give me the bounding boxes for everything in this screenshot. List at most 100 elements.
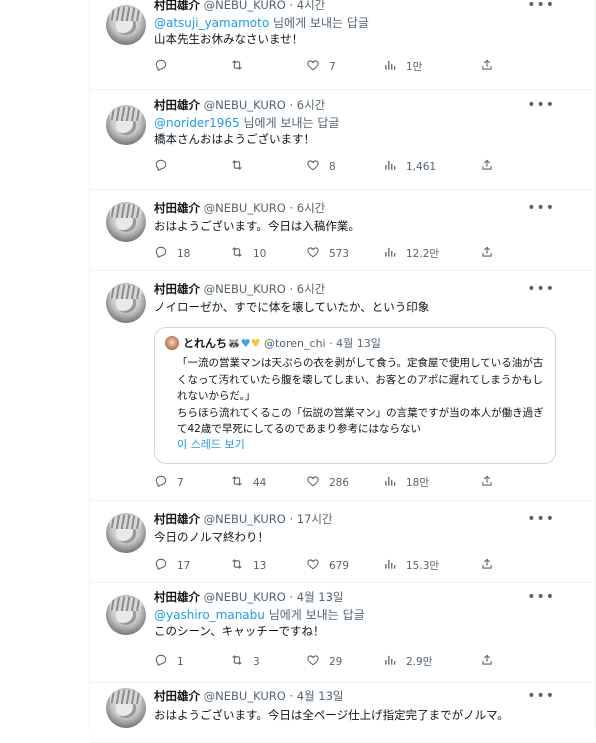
reply-button[interactable] — [154, 158, 177, 175]
views-button[interactable]: 18만 — [383, 474, 429, 491]
like-button[interactable]: 7 — [306, 58, 336, 75]
reply-to-handle[interactable]: @yashiro_manabu — [154, 608, 265, 622]
author-handle[interactable]: @NEBU_KURO — [204, 590, 286, 604]
views-button[interactable]: 1만 — [383, 58, 422, 75]
author-name[interactable]: 村田雄介 — [154, 282, 200, 296]
reply-button[interactable]: 17 — [154, 557, 190, 574]
like-button[interactable]: 8 — [306, 158, 336, 175]
more-dots-icon[interactable]: ••• — [527, 688, 555, 704]
share-button[interactable] — [480, 557, 494, 574]
author-name[interactable]: 村田雄介 — [154, 98, 200, 112]
views-button[interactable]: 2.9만 — [383, 653, 432, 670]
reply-button[interactable]: 7 — [154, 474, 184, 491]
like-button[interactable]: 573 — [306, 245, 349, 262]
more-dots-icon[interactable]: ••• — [527, 511, 555, 527]
retweet-count: 10 — [253, 247, 267, 260]
tweet[interactable]: 村田雄介 @NEBU_KURO · 6시간 ••• @norider1965 님에… — [90, 90, 595, 190]
share-button[interactable] — [480, 158, 494, 175]
views-icon — [383, 653, 406, 670]
reply-button[interactable]: 1 — [154, 653, 184, 670]
like-button[interactable]: 286 — [306, 474, 349, 491]
tweet[interactable]: 村田雄介 @NEBU_KURO · 4시간 ••• @atsuji_yamamot… — [90, 0, 595, 90]
avatar[interactable] — [106, 513, 146, 553]
retweet-button[interactable]: 44 — [230, 474, 266, 491]
author-handle[interactable]: @NEBU_KURO — [204, 689, 286, 703]
more-dots-icon[interactable]: ••• — [527, 97, 555, 113]
views-icon — [383, 158, 406, 175]
quoted-tweet[interactable]: とれんち🦝♥♥ @toren_chi · 4월 13일 「一流の営業マンは天ぷら… — [154, 327, 556, 464]
views-button[interactable]: 1,461 — [383, 158, 436, 175]
retweet-button[interactable]: 13 — [230, 557, 266, 574]
separator: · — [289, 512, 294, 526]
separator: · — [289, 282, 294, 296]
separator: · — [329, 337, 333, 350]
author-name[interactable]: 村田雄介 — [154, 590, 200, 604]
heart-icon — [306, 557, 329, 574]
tweet-header: 村田雄介 @NEBU_KURO · 4월 13일 — [154, 589, 574, 605]
retweet-button[interactable]: 3 — [230, 653, 260, 670]
heart-icon — [306, 245, 329, 262]
author-handle[interactable]: @NEBU_KURO — [204, 512, 286, 526]
author-handle[interactable]: @NEBU_KURO — [204, 282, 286, 296]
tweet-time[interactable]: 4월 13일 — [297, 590, 344, 604]
tweet-time[interactable]: 17시간 — [297, 512, 333, 526]
tweet-time[interactable]: 4월 13일 — [297, 689, 344, 703]
reply-button[interactable]: 18 — [154, 245, 190, 262]
author-handle[interactable]: @NEBU_KURO — [204, 0, 286, 12]
share-button[interactable] — [480, 653, 494, 670]
retweet-icon — [230, 653, 253, 670]
tweet-header: 村田雄介 @NEBU_KURO · 17시간 — [154, 511, 574, 527]
avatar[interactable] — [106, 595, 146, 635]
share-icon — [480, 59, 494, 75]
author-name[interactable]: 村田雄介 — [154, 512, 200, 526]
more-dots-icon[interactable]: ••• — [527, 589, 555, 605]
tweet[interactable]: 村田雄介 @NEBU_KURO · 4월 13일 ••• おはようございます。今日… — [90, 683, 595, 743]
author-name[interactable]: 村田雄介 — [154, 0, 200, 12]
author-name[interactable]: 村田雄介 — [154, 201, 200, 215]
avatar[interactable] — [106, 688, 146, 728]
avatar[interactable] — [106, 5, 146, 45]
more-dots-icon[interactable]: ••• — [527, 200, 555, 216]
view-count: 1,461 — [406, 160, 437, 173]
more-dots-icon[interactable]: ••• — [527, 281, 555, 297]
avatar[interactable] — [106, 202, 146, 242]
share-button[interactable] — [480, 245, 494, 262]
reply-button[interactable] — [154, 58, 177, 75]
tweet-time[interactable]: 6시간 — [297, 282, 325, 296]
avatar[interactable] — [106, 105, 146, 145]
retweet-button[interactable] — [230, 58, 253, 75]
reply-to-handle[interactable]: @norider1965 — [154, 116, 240, 130]
retweet-button[interactable] — [230, 158, 253, 175]
avatar[interactable] — [106, 283, 146, 323]
tweet-time[interactable]: 6시간 — [297, 201, 325, 215]
share-button[interactable] — [480, 58, 494, 75]
views-icon — [383, 557, 406, 574]
tweet-content: 村田雄介 @NEBU_KURO · 6시간 — [154, 200, 574, 216]
tweet[interactable]: 村田雄介 @NEBU_KURO · 17시간 ••• 今日のノルマ終わり！ 17 … — [90, 501, 595, 583]
author-handle[interactable]: @NEBU_KURO — [204, 98, 286, 112]
views-icon — [383, 474, 406, 491]
like-button[interactable]: 679 — [306, 557, 349, 574]
reply-suffix: 님에게 보내는 답글 — [239, 116, 340, 130]
views-button[interactable]: 15.3만 — [383, 557, 439, 574]
retweet-button[interactable]: 10 — [230, 245, 266, 262]
retweet-count: 3 — [253, 655, 260, 668]
author-handle[interactable]: @NEBU_KURO — [204, 201, 286, 215]
reply-to-handle[interactable]: @atsuji_yamamoto — [154, 16, 269, 30]
action-bar: 7 1만 — [154, 58, 492, 75]
tweet-content: 村田雄介 @NEBU_KURO · 6시간 — [154, 281, 574, 297]
like-button[interactable]: 29 — [306, 653, 342, 670]
tweet[interactable]: 村田雄介 @NEBU_KURO · 6시간 ••• おはようございます。今日は入稿… — [90, 190, 595, 271]
tweet-time[interactable]: 6시간 — [297, 98, 325, 112]
tweet[interactable]: 村田雄介 @NEBU_KURO · 6시간 ••• ノイローゼか、すでに体を壊して… — [90, 271, 595, 501]
author-name[interactable]: 村田雄介 — [154, 689, 200, 703]
views-button[interactable]: 12.2만 — [383, 245, 439, 262]
tweet[interactable]: 村田雄介 @NEBU_KURO · 4월 13일 ••• @yashiro_man… — [90, 583, 595, 683]
tweet-time[interactable]: 4시간 — [297, 0, 325, 12]
show-thread-link[interactable]: 이 스레드 보기 — [177, 436, 245, 452]
more-dots-icon[interactable]: ••• — [527, 0, 555, 13]
share-button[interactable] — [480, 474, 494, 491]
separator: · — [289, 590, 294, 604]
quote-name-emoji: 🦝 — [227, 337, 241, 350]
reply-count: 18 — [177, 247, 191, 260]
